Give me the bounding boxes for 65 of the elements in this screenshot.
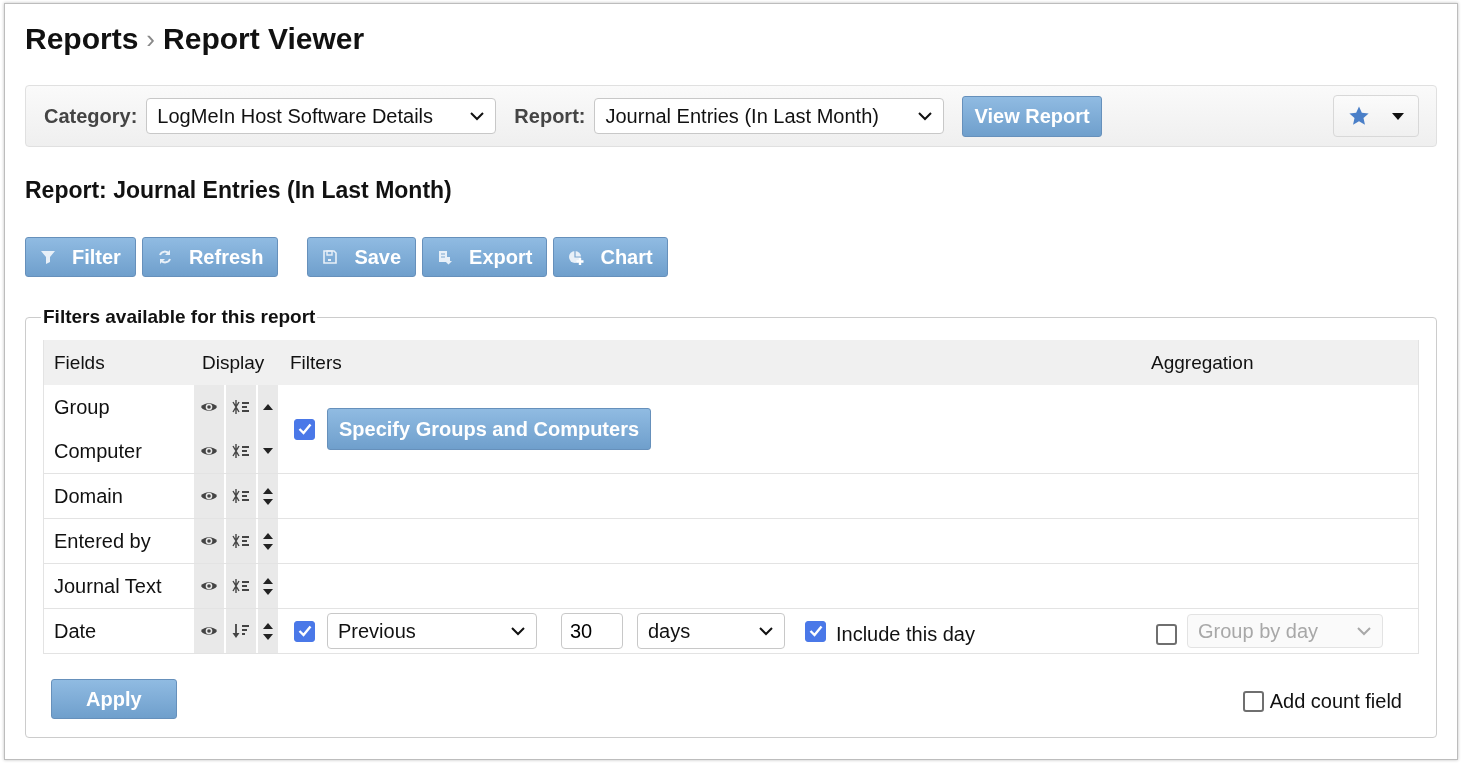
export-button[interactable]: Export <box>422 237 548 277</box>
move-down-icon[interactable] <box>263 498 273 505</box>
move-down-icon[interactable] <box>263 633 273 640</box>
table-cell-text: Group <box>53 394 111 420</box>
chevron-down-icon <box>917 111 934 121</box>
move-up-icon[interactable] <box>263 487 273 494</box>
apply-button[interactable]: Apply <box>51 679 177 719</box>
sort-list-icon[interactable] <box>232 399 250 415</box>
save-icon <box>322 249 339 265</box>
move-up-icon[interactable] <box>263 532 273 539</box>
move-up-icon[interactable] <box>263 404 273 410</box>
view-report-button[interactable]: View Report <box>962 95 1102 137</box>
checkbox[interactable] <box>294 620 315 642</box>
chart-plus-icon <box>568 249 585 265</box>
chevron-down-icon <box>758 626 774 636</box>
filter-button[interactable]: Filter <box>25 237 136 277</box>
report-title: Report: Journal Entries (In Last Month) <box>25 176 453 205</box>
move-down-icon[interactable] <box>263 588 273 595</box>
table-cell-text: Domain <box>53 483 124 509</box>
field-label: Report: <box>514 104 586 128</box>
unit-dropdown[interactable]: days <box>637 613 785 649</box>
specify-groups-button[interactable]: Specify Groups and Computers <box>327 408 652 450</box>
refresh-icon <box>156 249 173 265</box>
table-cell-text: Date <box>53 618 98 644</box>
checkbox-label: Include this day <box>836 622 975 646</box>
checkbox[interactable] <box>1242 690 1264 712</box>
checkbox[interactable] <box>294 418 315 440</box>
sort-descending-icon[interactable] <box>232 623 250 639</box>
chevron-down-icon <box>1356 626 1372 636</box>
table-cell-text: Journal Text <box>53 573 163 599</box>
range-dropdown[interactable]: Previous <box>327 613 537 649</box>
sort-list-icon[interactable] <box>232 578 250 594</box>
favorites-button[interactable] <box>1333 95 1419 137</box>
checkbox[interactable] <box>805 620 826 642</box>
sort-list-icon[interactable] <box>232 488 250 504</box>
panel-legend: Filters available for this report <box>41 306 318 328</box>
category-dropdown[interactable]: LogMeIn Host Software Details <box>146 98 497 134</box>
breadcrumb-link[interactable]: Reports <box>25 22 139 56</box>
column-header: Filters <box>280 340 1141 385</box>
chart-button[interactable]: Chart <box>553 237 668 277</box>
chevron-down-icon <box>510 626 526 636</box>
refresh-button[interactable]: Refresh <box>141 237 279 277</box>
sort-list-icon[interactable] <box>232 533 250 549</box>
caret-down-icon <box>1392 112 1404 120</box>
report-dropdown[interactable]: Journal Entries (In Last Month) <box>594 98 945 134</box>
checkbox-label: Add count field <box>1269 689 1402 713</box>
column-header: Display <box>194 340 280 385</box>
table-cell-text: Entered by <box>53 528 152 554</box>
chevron-down-icon <box>469 111 486 121</box>
export-icon <box>437 249 454 265</box>
move-up-icon[interactable] <box>263 622 273 629</box>
move-down-icon[interactable] <box>263 448 273 454</box>
star-icon <box>1348 105 1370 127</box>
field-label: Category: <box>44 104 138 128</box>
column-header: Fields <box>44 340 194 385</box>
sort-list-icon[interactable] <box>232 443 250 459</box>
table-cell-text: Computer <box>53 438 143 464</box>
column-header: Aggregation <box>1141 340 1418 385</box>
save-button[interactable]: Save <box>307 237 417 277</box>
filter-icon <box>40 249 56 265</box>
number-field[interactable]: 30 <box>561 613 623 649</box>
move-up-icon[interactable] <box>263 577 273 584</box>
move-down-icon[interactable] <box>263 543 273 550</box>
breadcrumb-separator: › <box>146 23 156 55</box>
page-title: Report Viewer <box>163 22 365 56</box>
